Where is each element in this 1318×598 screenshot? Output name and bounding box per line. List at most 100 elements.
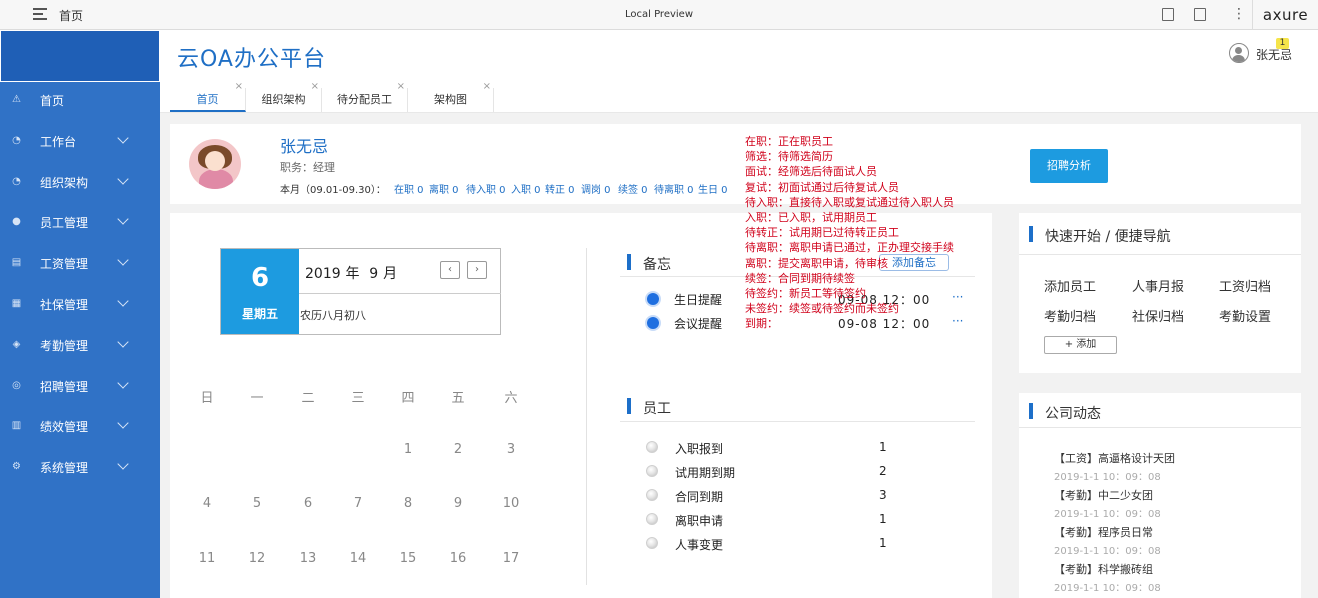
- weekday-header: 四: [401, 391, 415, 406]
- employee-item[interactable]: 试用期到期: [646, 464, 735, 481]
- calendar-day[interactable]: 12: [242, 551, 272, 566]
- stat-link[interactable]: 调岗 0: [581, 181, 611, 196]
- tab-pending-employees[interactable]: 待分配员工 ×: [322, 81, 408, 112]
- stat-link[interactable]: 在职 0: [394, 181, 424, 196]
- quick-nav-link[interactable]: 社保归档: [1132, 306, 1184, 325]
- calendar-day[interactable]: 1: [393, 442, 423, 457]
- calendar-day[interactable]: 5: [242, 496, 272, 511]
- employee-item-label: 合同到期: [675, 490, 724, 504]
- notification-badge[interactable]: 1: [1276, 38, 1289, 49]
- calendar-day[interactable]: 4: [192, 496, 222, 511]
- sidebar-item-5[interactable]: ▦ 社保管理: [0, 289, 160, 319]
- sidebar-item-label: 绩效管理: [40, 420, 89, 435]
- employee-item[interactable]: 人事变更: [646, 536, 723, 553]
- tab-home[interactable]: 首页 ×: [170, 81, 246, 112]
- annotation-note: 筛选：待筛选简历: [745, 150, 833, 164]
- tab-close-icon[interactable]: ×: [397, 81, 405, 93]
- sidebar-logo-area: [0, 30, 160, 82]
- employee-item[interactable]: 入职报到: [646, 440, 723, 457]
- stat-link[interactable]: 离职 0: [429, 181, 459, 196]
- calendar-day[interactable]: 8: [393, 496, 423, 511]
- axure-logo: axure: [1252, 0, 1318, 30]
- tab-label: 组织架构: [261, 93, 306, 106]
- calendar-day[interactable]: 10: [496, 496, 526, 511]
- radio-selected-icon[interactable]: [647, 317, 659, 329]
- stat-link[interactable]: 待离职 0: [654, 181, 694, 196]
- calendar-day[interactable]: 15: [393, 551, 423, 566]
- more-icon[interactable]: ···: [952, 314, 963, 328]
- next-month-button[interactable]: ›: [467, 261, 487, 279]
- sidebar-item-0[interactable]: ⚠ 首页: [0, 85, 160, 115]
- calendar-day[interactable]: 9: [443, 496, 473, 511]
- news-title-link[interactable]: 【考勤】中二少女团: [1054, 487, 1153, 503]
- more-icon[interactable]: ···: [952, 290, 963, 304]
- tab-close-icon[interactable]: ×: [483, 81, 491, 93]
- notes-icon[interactable]: [1162, 8, 1174, 21]
- calendar-day[interactable]: 13: [293, 551, 323, 566]
- quick-nav-link[interactable]: 人事月报: [1132, 276, 1184, 295]
- news-title-link[interactable]: 【考勤】科学搬砖组: [1054, 561, 1153, 577]
- calendar-day[interactable]: 16: [443, 551, 473, 566]
- sidebar-item-3[interactable]: ● 员工管理: [0, 207, 160, 237]
- panel-divider: [586, 248, 587, 585]
- calendar-day[interactable]: 3: [496, 442, 526, 457]
- calendar-day[interactable]: 7: [343, 496, 373, 511]
- quick-nav-panel: 快速开始 / 便捷导航 添加员工 人事月报 工资归档 考勤归档 社保归档 考勤设置 + 添…: [1019, 213, 1301, 373]
- tab-org-chart[interactable]: 架构图 ×: [408, 81, 494, 112]
- calendar-day[interactable]: 17: [496, 551, 526, 566]
- add-shortcut-button[interactable]: + 添加: [1044, 336, 1117, 354]
- calendar-day[interactable]: 6: [293, 496, 323, 511]
- quick-nav-link[interactable]: 考勤归档: [1044, 306, 1096, 325]
- calendar-day[interactable]: 14: [343, 551, 373, 566]
- fit-page-icon[interactable]: [1194, 8, 1206, 21]
- stat-link[interactable]: 入职 0: [511, 181, 541, 196]
- sidebar-item-label: 系统管理: [40, 461, 89, 476]
- sidebar: ⚠ 首页 ◔ 工作台 ◔ 组织架构 ● 员工管理 ▤ 工资管理 ▦ 社保管理 ◈ 考勤管理 ◎ 招聘管理 ▥ 绩效…: [0, 30, 160, 598]
- employee-item[interactable]: 合同到期: [646, 488, 724, 505]
- chevron-down-icon: [117, 254, 129, 266]
- news-title-link[interactable]: 【考勤】程序员日常: [1054, 524, 1153, 540]
- radio-icon[interactable]: [646, 513, 658, 525]
- today-day: 6: [250, 263, 270, 293]
- month-range-label: 本月（09.01-09.30）：: [280, 185, 386, 196]
- stat-link[interactable]: 转正 0: [545, 181, 575, 196]
- news-title-link[interactable]: 【工资】高逼格设计天团: [1054, 450, 1175, 466]
- calendar-day[interactable]: 11: [192, 551, 222, 566]
- prev-month-button[interactable]: ‹: [440, 261, 460, 279]
- today-weekday: 星期五: [241, 307, 278, 321]
- user-avatar-icon[interactable]: [1229, 43, 1249, 63]
- gauge-icon: ◔: [12, 175, 21, 187]
- employee-item[interactable]: 离职申请: [646, 512, 723, 529]
- memo-item[interactable]: 生日提醒: [647, 291, 722, 308]
- annotation-note: 面试：经筛选后待面试人员: [745, 165, 877, 179]
- sidebar-item-6[interactable]: ◈ 考勤管理: [0, 330, 160, 360]
- stat-link[interactable]: 续签 0: [618, 181, 648, 196]
- radio-icon[interactable]: [646, 465, 658, 477]
- sidebar-item-4[interactable]: ▤ 工资管理: [0, 248, 160, 278]
- sidebar-item-7[interactable]: ◎ 招聘管理: [0, 371, 160, 401]
- memo-item[interactable]: 会议提醒: [647, 315, 722, 332]
- radio-selected-icon[interactable]: [647, 293, 659, 305]
- more-options-icon[interactable]: ⋮: [1232, 5, 1246, 23]
- chevron-down-icon: [117, 417, 129, 430]
- add-memo-button[interactable]: 添加备忘: [879, 254, 949, 271]
- tab-close-icon[interactable]: ×: [235, 81, 243, 93]
- quick-nav-link[interactable]: 添加员工: [1044, 276, 1096, 295]
- tab-close-icon[interactable]: ×: [311, 81, 319, 93]
- sidebar-item-1[interactable]: ◔ 工作台: [0, 126, 160, 156]
- tab-org-structure[interactable]: 组织架构 ×: [246, 81, 322, 112]
- calendar-day[interactable]: 2: [443, 442, 473, 457]
- quick-nav-link[interactable]: 工资归档: [1219, 276, 1271, 295]
- radio-icon[interactable]: [646, 441, 658, 453]
- radio-icon[interactable]: [646, 489, 658, 501]
- tab-label: 架构图: [434, 93, 467, 106]
- sidebar-item-8[interactable]: ▥ 绩效管理: [0, 411, 160, 441]
- stat-link[interactable]: 生日 0: [698, 181, 728, 196]
- quick-nav-link[interactable]: 考勤设置: [1219, 306, 1271, 325]
- sidebar-item-9[interactable]: ⚙ 系统管理: [0, 452, 160, 482]
- sidebar-item-label: 社保管理: [40, 298, 89, 312]
- radio-icon[interactable]: [646, 537, 658, 549]
- stat-link[interactable]: 待入职 0: [466, 181, 506, 196]
- recruitment-analysis-button[interactable]: 招聘分析: [1030, 149, 1108, 183]
- sidebar-item-2[interactable]: ◔ 组织架构: [0, 167, 160, 197]
